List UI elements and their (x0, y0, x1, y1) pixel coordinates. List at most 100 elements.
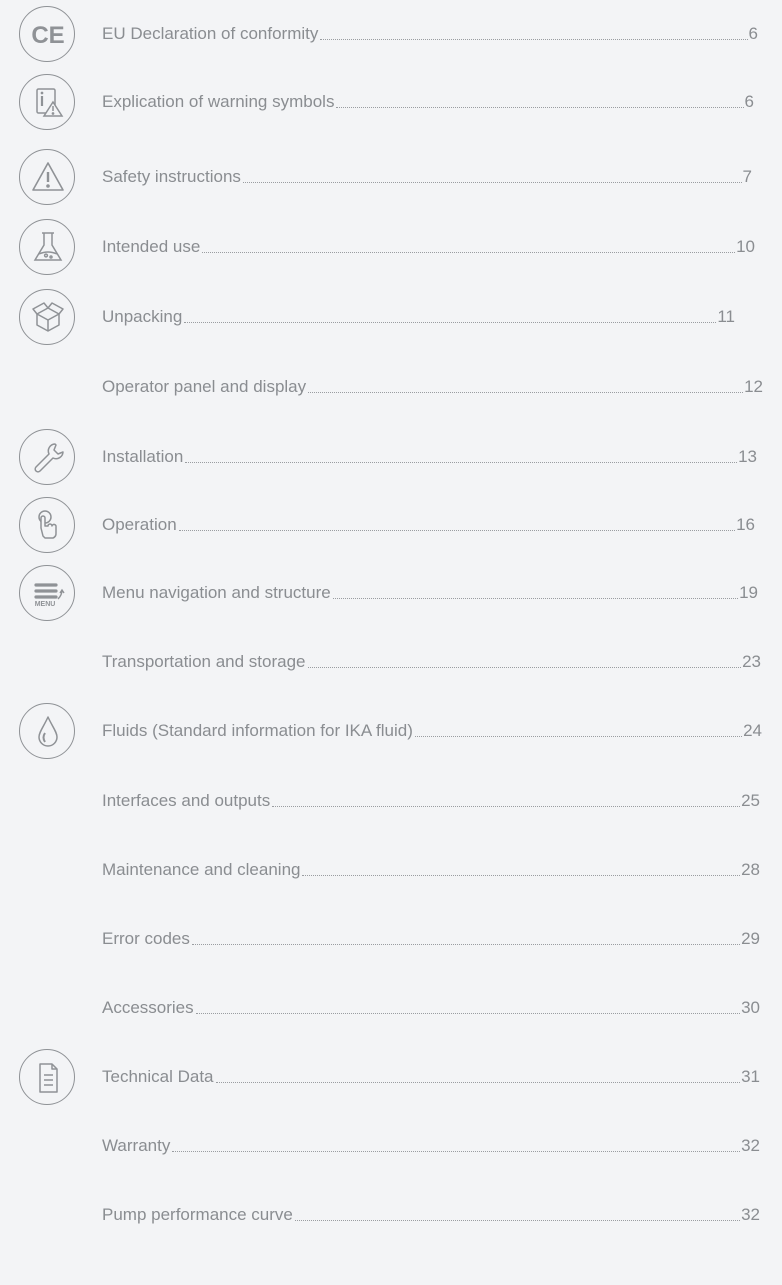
toc-title[interactable]: Fluids (Standard information for IKA flu… (102, 720, 413, 742)
toc-entry-intended-use[interactable]: Intended use 10 (0, 219, 782, 279)
dot-leader (294, 1219, 741, 1221)
toc-row[interactable]: Maintenance and cleaning 28 (102, 859, 760, 881)
toc-page-number: 32 (741, 1205, 760, 1224)
dot-leader (202, 251, 736, 253)
toc-title[interactable]: Installation (102, 446, 183, 468)
toc-entry-interfaces[interactable]: Interfaces and outputs 25 (0, 773, 782, 833)
info-warning-icon (19, 74, 75, 130)
table-of-contents: CE EU Declaration of conformity 6 Explic… (0, 0, 782, 1285)
toc-title[interactable]: Menu navigation and structure (102, 582, 331, 604)
toc-entry-fluids[interactable]: Fluids (Standard information for IKA flu… (0, 703, 782, 763)
toc-title[interactable]: Operator panel and display (102, 376, 306, 398)
toc-entry-transportation[interactable]: Transportation and storage 23 (0, 634, 782, 694)
ce-mark-icon: CE (19, 6, 75, 62)
dot-leader (320, 38, 748, 40)
toc-row[interactable]: Warranty 32 (102, 1135, 760, 1157)
toc-entry-installation[interactable]: Installation 13 (0, 429, 782, 489)
toc-title[interactable]: Accessories (102, 997, 194, 1019)
dot-leader (336, 106, 744, 108)
toc-page-number: 23 (742, 652, 761, 671)
toc-entry-safety[interactable]: Safety instructions 7 (0, 149, 782, 209)
dot-leader (332, 597, 739, 599)
toc-title[interactable]: Interfaces and outputs (102, 790, 270, 812)
toc-title[interactable]: Explication of warning symbols (102, 91, 334, 113)
toc-row[interactable]: EU Declaration of conformity 6 (102, 23, 758, 45)
toc-title[interactable]: EU Declaration of conformity (102, 23, 318, 45)
toc-entry-warranty[interactable]: Warranty 32 (0, 1118, 782, 1178)
toc-row[interactable]: Unpacking 11 (102, 306, 735, 328)
toc-title[interactable]: Safety instructions (102, 166, 241, 188)
dot-leader (191, 943, 741, 945)
ce-mark-text: CE (31, 22, 64, 49)
toc-entry-operator-panel[interactable]: Operator panel and display 12 (0, 359, 782, 419)
toc-row[interactable]: Operation 16 (102, 514, 755, 536)
warning-triangle-icon (19, 149, 75, 205)
toc-row[interactable]: Pump performance curve 32 (102, 1204, 760, 1226)
toc-page-number: 28 (741, 860, 760, 879)
toc-title[interactable]: Pump performance curve (102, 1204, 293, 1226)
toc-entry-pump-curve[interactable]: Pump performance curve 32 (0, 1187, 782, 1247)
dot-leader (242, 181, 742, 183)
touch-hand-icon (19, 497, 75, 553)
dot-leader (215, 1081, 741, 1083)
toc-page-number: 6 (748, 24, 758, 43)
toc-page-number: 32 (741, 1136, 760, 1155)
toc-entry-maintenance[interactable]: Maintenance and cleaning 28 (0, 842, 782, 902)
dot-leader (307, 666, 742, 668)
dot-leader (195, 1012, 741, 1014)
toc-title[interactable]: Intended use (102, 236, 200, 258)
toc-row[interactable]: Intended use 10 (102, 236, 755, 258)
toc-page-number: 16 (736, 515, 755, 534)
toc-title[interactable]: Operation (102, 514, 177, 536)
dot-leader (185, 461, 738, 463)
toc-row[interactable]: Transportation and storage 23 (102, 651, 761, 673)
toc-entry-eu-declaration[interactable]: CE EU Declaration of conformity 6 (0, 6, 782, 66)
toc-page-number: 13 (738, 447, 757, 466)
toc-entry-accessories[interactable]: Accessories 30 (0, 980, 782, 1040)
toc-page-number: 7 (742, 167, 752, 186)
toc-row[interactable]: Menu navigation and structure 19 (102, 582, 758, 604)
document-icon (19, 1049, 75, 1105)
menu-icon: MENU (19, 565, 75, 621)
toc-title[interactable]: Unpacking (102, 306, 182, 328)
toc-page-number: 29 (741, 929, 760, 948)
toc-entry-operation[interactable]: Operation 16 (0, 497, 782, 557)
box-icon (19, 289, 75, 345)
toc-row[interactable]: Operator panel and display 12 (102, 376, 763, 398)
drop-icon (19, 703, 75, 759)
toc-row[interactable]: Explication of warning symbols 6 (102, 91, 754, 113)
toc-row[interactable]: Interfaces and outputs 25 (102, 790, 760, 812)
toc-page-number: 12 (744, 377, 763, 396)
toc-page-number: 31 (741, 1067, 760, 1086)
dot-leader (172, 1150, 741, 1152)
toc-row[interactable]: Error codes 29 (102, 928, 760, 950)
dot-leader (272, 805, 741, 807)
toc-entry-warning-symbols[interactable]: Explication of warning symbols 6 (0, 74, 782, 134)
dot-leader (302, 874, 741, 876)
toc-page-number: 24 (743, 721, 762, 740)
toc-title[interactable]: Transportation and storage (102, 651, 306, 673)
toc-title[interactable]: Warranty (102, 1135, 170, 1157)
toc-page-number: 19 (739, 583, 758, 602)
toc-row[interactable]: Installation 13 (102, 446, 757, 468)
dot-leader (184, 321, 717, 323)
toc-title[interactable]: Technical Data (102, 1066, 214, 1088)
dot-leader (414, 735, 743, 737)
toc-entry-unpacking[interactable]: Unpacking 11 (0, 289, 782, 349)
dot-leader (308, 391, 744, 393)
toc-row[interactable]: Technical Data 31 (102, 1066, 760, 1088)
dot-leader (178, 529, 736, 531)
toc-title[interactable]: Maintenance and cleaning (102, 859, 300, 881)
toc-page-number: 6 (744, 92, 754, 111)
toc-row[interactable]: Accessories 30 (102, 997, 760, 1019)
toc-row[interactable]: Safety instructions 7 (102, 166, 752, 188)
wrench-icon (19, 429, 75, 485)
menu-icon-text: MENU (35, 601, 56, 608)
toc-entry-error-codes[interactable]: Error codes 29 (0, 911, 782, 971)
toc-page-number: 30 (741, 998, 760, 1017)
toc-row[interactable]: Fluids (Standard information for IKA flu… (102, 720, 762, 742)
toc-title[interactable]: Error codes (102, 928, 190, 950)
toc-entry-technical-data[interactable]: Technical Data 31 (0, 1049, 782, 1109)
flask-icon (19, 219, 75, 275)
toc-entry-menu[interactable]: MENU Menu navigation and structure 19 (0, 565, 782, 625)
